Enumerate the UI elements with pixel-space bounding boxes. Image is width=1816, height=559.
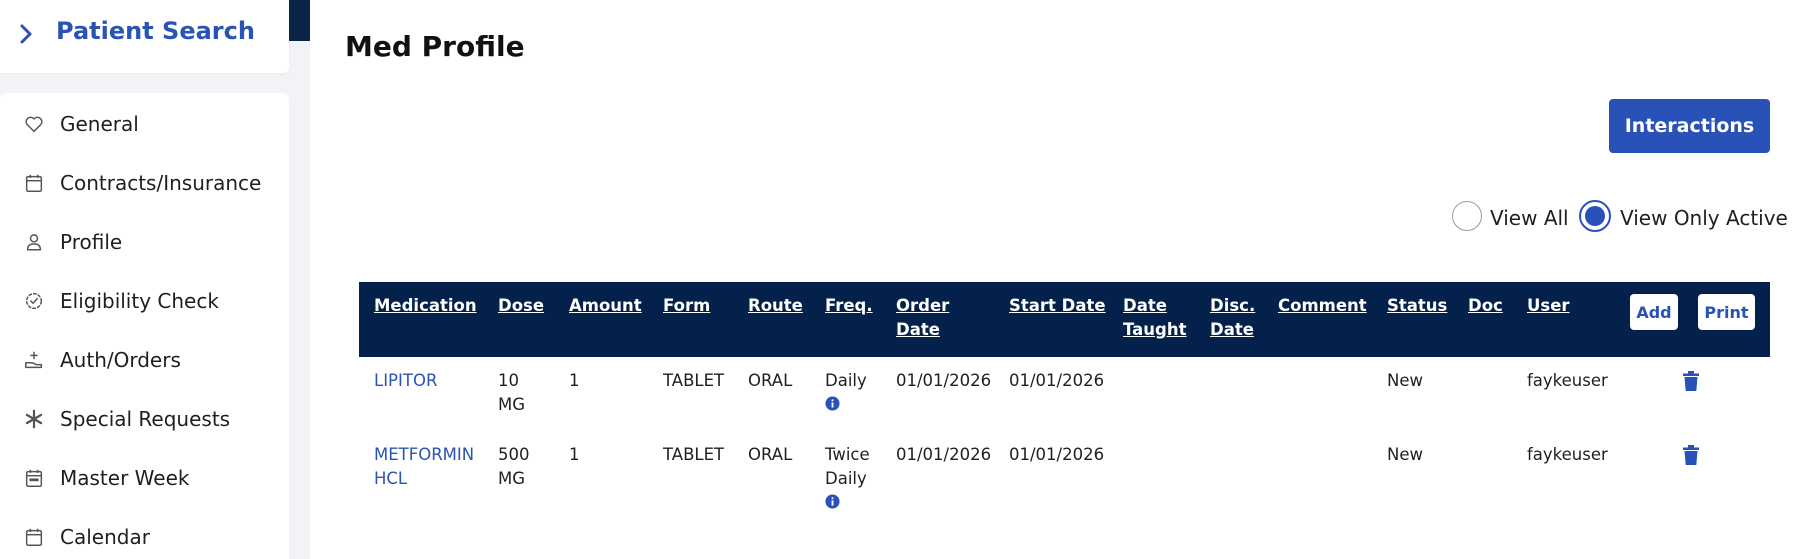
table-header: Medication Dose Amount Form Route Freq. … <box>359 282 1770 357</box>
order-date-cell: 01/01/2026 <box>896 371 992 390</box>
sidebar-item-auth-orders[interactable]: Auth/Orders <box>0 339 289 379</box>
status-cell: New <box>1387 371 1423 390</box>
dose-cell: 500 MG <box>498 443 530 491</box>
sidebar-item-label: Contracts/Insurance <box>60 171 262 195</box>
dose-line: 500 <box>498 445 530 464</box>
interactions-button[interactable]: Interactions <box>1609 99 1770 153</box>
column-header-status[interactable]: Status <box>1387 294 1447 318</box>
start-date-cell: 01/01/2026 <box>1009 445 1105 464</box>
sidebar-item-label: Profile <box>60 230 123 254</box>
dose-line: MG <box>498 395 526 414</box>
start-date-cell: 01/01/2026 <box>1009 371 1105 390</box>
column-header-date-taught[interactable]: Date Taught <box>1123 294 1186 342</box>
sidebar-item-eligibility-check[interactable]: Eligibility Check <box>0 280 289 320</box>
header-line: Date <box>1123 296 1167 315</box>
view-only-active-radio[interactable] <box>1579 200 1611 232</box>
header-line: Order <box>896 296 950 315</box>
asterisk-icon <box>25 409 43 429</box>
view-only-active-label[interactable]: View Only Active <box>1620 206 1788 230</box>
trash-icon[interactable] <box>1683 371 1699 391</box>
route-cell: ORAL <box>748 445 793 464</box>
chevron-right-icon[interactable] <box>14 22 38 46</box>
badge-check-icon <box>25 292 43 310</box>
dose-line: MG <box>498 469 526 488</box>
order-date-cell: 01/01/2026 <box>896 445 992 464</box>
user-cell: faykeuser <box>1527 445 1608 464</box>
column-header-dose[interactable]: Dose <box>498 294 544 318</box>
header-line: Date <box>896 320 940 339</box>
header-strip <box>289 0 310 41</box>
column-header-disc-date[interactable]: Disc. Date <box>1210 294 1255 342</box>
calendar-icon <box>25 528 43 546</box>
medication-link[interactable]: METFORMIN HCL <box>374 443 474 491</box>
freq-cell: Twice Daily <box>825 443 870 509</box>
patient-search-title[interactable]: Patient Search <box>56 17 255 45</box>
column-header-comment[interactable]: Comment <box>1278 294 1367 318</box>
medication-line: LIPITOR <box>374 371 438 390</box>
calendar-week-icon <box>25 469 43 487</box>
info-icon[interactable] <box>825 494 840 509</box>
column-header-order-date[interactable]: Order Date <box>896 294 949 342</box>
status-cell: New <box>1387 445 1423 464</box>
medication-line: METFORMIN <box>374 445 475 464</box>
column-header-route[interactable]: Route <box>748 294 803 318</box>
header-line: Taught <box>1123 320 1187 339</box>
view-all-label[interactable]: View All <box>1490 206 1569 230</box>
hand-plus-icon <box>25 351 43 369</box>
patient-search-card[interactable]: Patient Search <box>0 0 289 73</box>
sidebar-item-label: Eligibility Check <box>60 289 219 313</box>
sidebar-nav: General Contracts/Insurance Profile Elig… <box>0 93 289 559</box>
sidebar-item-label: Calendar <box>60 525 150 549</box>
form-cell: TABLET <box>663 371 725 390</box>
sidebar-item-profile[interactable]: Profile <box>0 221 289 261</box>
sidebar-item-label: Special Requests <box>60 407 231 431</box>
sidebar-item-label: General <box>60 112 139 136</box>
view-all-radio[interactable] <box>1452 201 1482 231</box>
dose-cell: 10 MG <box>498 369 525 417</box>
heart-icon <box>25 116 43 133</box>
sidebar-item-special-requests[interactable]: Special Requests <box>0 398 289 438</box>
column-header-medication[interactable]: Medication <box>374 294 477 318</box>
amount-cell: 1 <box>569 371 580 390</box>
sidebar-item-master-week[interactable]: Master Week <box>0 457 289 497</box>
amount-cell: 1 <box>569 445 580 464</box>
column-header-user[interactable]: User <box>1527 294 1570 318</box>
person-icon <box>26 234 42 251</box>
sidebar-item-contracts-insurance[interactable]: Contracts/Insurance <box>0 162 289 202</box>
info-icon[interactable] <box>825 396 840 411</box>
sidebar-item-label: Master Week <box>60 466 190 490</box>
print-button[interactable]: Print <box>1698 294 1755 330</box>
medication-link[interactable]: LIPITOR <box>374 369 437 393</box>
sidebar-item-label: Auth/Orders <box>60 348 181 372</box>
freq-cell: Daily <box>825 369 867 411</box>
freq-line: Twice <box>825 445 870 464</box>
column-header-freq[interactable]: Freq. <box>825 294 873 318</box>
freq-line: Daily <box>825 469 867 488</box>
trash-icon[interactable] <box>1683 445 1699 465</box>
dose-line: 10 <box>498 371 519 390</box>
page-title: Med Profile <box>345 30 525 63</box>
user-cell: faykeuser <box>1527 371 1608 390</box>
route-cell: ORAL <box>748 371 793 390</box>
column-header-doc[interactable]: Doc <box>1468 294 1503 318</box>
add-button[interactable]: Add <box>1630 294 1678 330</box>
column-header-amount[interactable]: Amount <box>569 294 642 318</box>
medication-line: HCL <box>374 469 408 488</box>
sidebar-item-calendar[interactable]: Calendar <box>0 516 289 556</box>
calendar-icon <box>25 174 43 192</box>
header-line: Disc. <box>1210 296 1256 315</box>
column-header-start-date[interactable]: Start Date <box>1009 294 1106 318</box>
header-line: Date <box>1210 320 1254 339</box>
sidebar-item-general[interactable]: General <box>0 103 289 143</box>
column-header-form[interactable]: Form <box>663 294 710 318</box>
form-cell: TABLET <box>663 445 725 464</box>
freq-line: Daily <box>825 371 867 390</box>
